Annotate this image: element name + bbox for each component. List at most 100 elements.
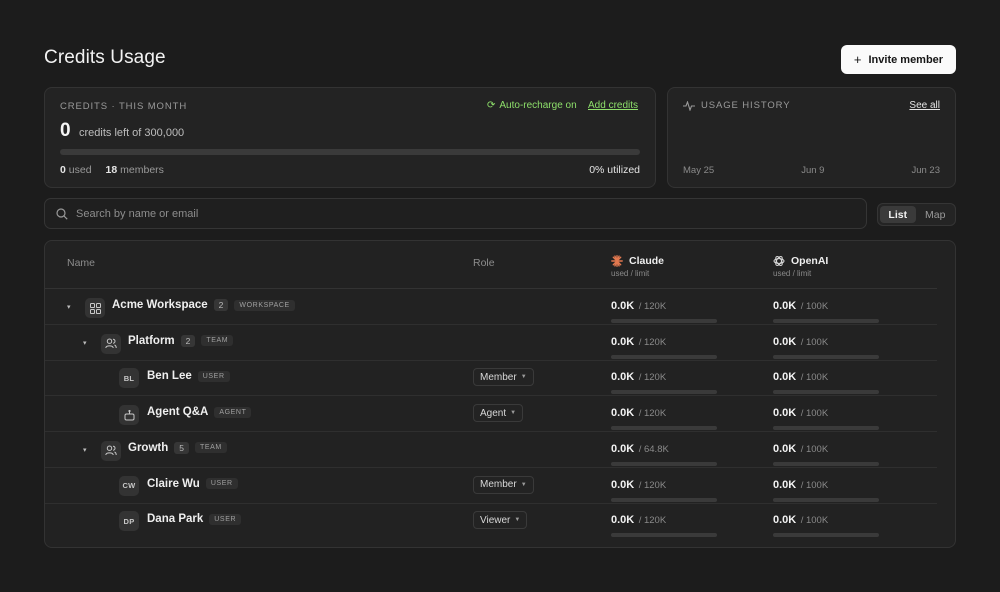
members-table: Name Role Claude used / limit OpenAI use… [44,240,956,548]
row-name: Platform 2 TEAM [128,334,234,347]
usage-history-caption: USAGE HISTORY [701,100,791,111]
role-select-value: Viewer [480,514,511,526]
credits-card: CREDITS · THIS MONTH ⟳ Auto-recharge on … [44,87,656,188]
claude-used: 0.0K [611,371,635,384]
role-select[interactable]: Viewer ▼ [473,511,528,530]
plus-icon: + [853,52,862,67]
claude-usage-bar [611,319,717,323]
row-name-label: Acme Workspace [112,299,208,311]
role-select[interactable]: Member ▼ [473,475,534,494]
claude-used: 0.0K [611,442,635,455]
openai-limit: / 100K [800,372,829,384]
team-users-icon [101,440,121,461]
openai-usage-cell: 0.0K / 100K [773,475,879,502]
openai-usage-bar [773,497,879,502]
claude-used: 0.0K [611,514,635,527]
row-name: Claire Wu USER [147,478,238,490]
openai-usage-cell: 0.0K / 100K [773,367,879,395]
openai-usage-bar [773,354,879,359]
name-column-header: Name [67,257,96,269]
table-row[interactable]: BL Ben Lee USER Member ▼ 0.0K / 120K 0.0K / 10… [45,360,937,397]
row-name: Acme Workspace 2 WORKSPACE [112,299,295,311]
role-select[interactable]: Agent ▼ [473,404,524,423]
row-name-label: Claire Wu [147,477,200,490]
add-credits-link[interactable]: Add credits [588,100,638,111]
invite-member-button[interactable]: + Invite member [841,45,956,74]
history-date: Jun 23 [911,165,940,176]
claude-used: 0.0K [611,407,635,420]
chevron-down-icon: ▼ [510,410,517,417]
openai-column-header: OpenAI used / limit [773,255,828,278]
row-name: Dana Park USER [147,513,242,526]
usage-history-card: USAGE HISTORY See all May 25 Jun 9 Jun 2… [667,87,956,188]
claude-provider-sub: used / limit [611,269,650,278]
chevron-down-icon: ▼ [520,481,527,488]
row-name-label: Agent Q&A [147,406,209,419]
type-badge: USER [205,478,238,489]
claude-used: 0.0K [611,478,635,491]
openai-used: 0.0K [773,335,797,348]
claude-usage-cell: 0.0K / 120K [611,332,717,359]
openai-limit: / 100K [800,301,829,312]
claude-usage-cell: 0.0K / 120K [611,475,717,502]
claude-usage-bar [611,533,717,538]
list-view-tab[interactable]: List [880,206,916,223]
search-bar[interactable] [44,198,867,229]
openai-provider-sub: used / limit [773,269,812,278]
activity-icon [683,100,695,111]
row-name-label: Growth [128,441,169,454]
row-name-label: Dana Park [147,513,204,526]
search-input[interactable] [76,207,776,220]
type-badge: USER [197,370,230,382]
claude-used: 0.0K [611,300,635,312]
history-date: May 25 [683,165,715,176]
claude-column-header: Claude used / limit [611,255,664,278]
role-column-header: Role [473,257,495,269]
table-row[interactable]: Agent Q&A AGENT Agent ▼ 0.0K / 120K 0.0K / 10… [45,396,937,433]
openai-limit: / 100K [800,336,829,348]
avatar: DP [119,511,139,532]
openai-limit: / 100K [800,443,829,455]
claude-usage-bar [611,390,717,395]
table-row[interactable]: ▾ Acme Workspace 2 WORKSPACE 0.0K / 120K 0.0K… [45,289,937,325]
table-row[interactable]: CW Claire Wu USER Member ▼ 0.0K / 120K 0.0K / … [45,468,937,504]
team-users-icon [101,333,121,354]
openai-used: 0.0K [773,442,797,455]
table-row[interactable]: ▾ Platform 2 TEAM 0.0K / 120K 0.0K / 100K [45,325,937,361]
table-row[interactable]: DP Dana Park USER Viewer ▼ 0.0K / 120K 0.0K / … [45,503,937,539]
role-select[interactable]: Member ▼ [473,368,534,387]
claude-limit: / 120K [638,336,667,348]
role-select-value: Member [480,371,517,383]
member-count-badge: 5 [174,441,189,454]
utilized-text: 0% utilized [589,164,640,176]
row-name: Ben Lee USER [147,370,230,382]
credits-left-text: credits left of 300,000 [79,127,185,139]
usage-history-header: USAGE HISTORY [683,100,790,111]
avatar: BL [119,368,139,389]
see-all-link[interactable]: See all [909,100,940,111]
claude-usage-bar [611,461,717,466]
table-row[interactable]: ▾ Growth 5 TEAM 0.0K / 64.8K 0.0K / 100K [45,432,937,468]
expand-caret-icon[interactable]: ▾ [67,303,71,311]
openai-usage-bar [773,461,879,466]
openai-limit: / 100K [800,408,829,420]
openai-usage-cell: 0.0K / 100K [773,510,879,538]
openai-usage-bar [773,426,879,431]
openai-used: 0.0K [773,407,797,420]
openai-used: 0.0K [773,371,797,384]
claude-usage-bar [611,497,717,502]
openai-usage-bar [773,533,879,538]
credits-stats: 0 used 18 members [60,164,164,176]
history-date: Jun 9 [801,165,825,176]
claude-usage-cell: 0.0K / 120K [611,403,717,431]
page-title: Credits Usage [44,47,166,68]
agent-bot-icon [119,405,139,426]
auto-recharge-status[interactable]: ⟳ Auto-recharge on [487,100,577,111]
openai-limit: / 100K [800,479,829,491]
expand-caret-icon[interactable]: ▾ [83,446,87,454]
credits-left-value: 0 [60,120,71,141]
expand-caret-icon[interactable]: ▾ [83,339,87,347]
credits-caption: CREDITS · THIS MONTH [60,101,188,112]
map-view-tab[interactable]: Map [918,206,954,223]
credits-progress-bar [60,149,640,155]
